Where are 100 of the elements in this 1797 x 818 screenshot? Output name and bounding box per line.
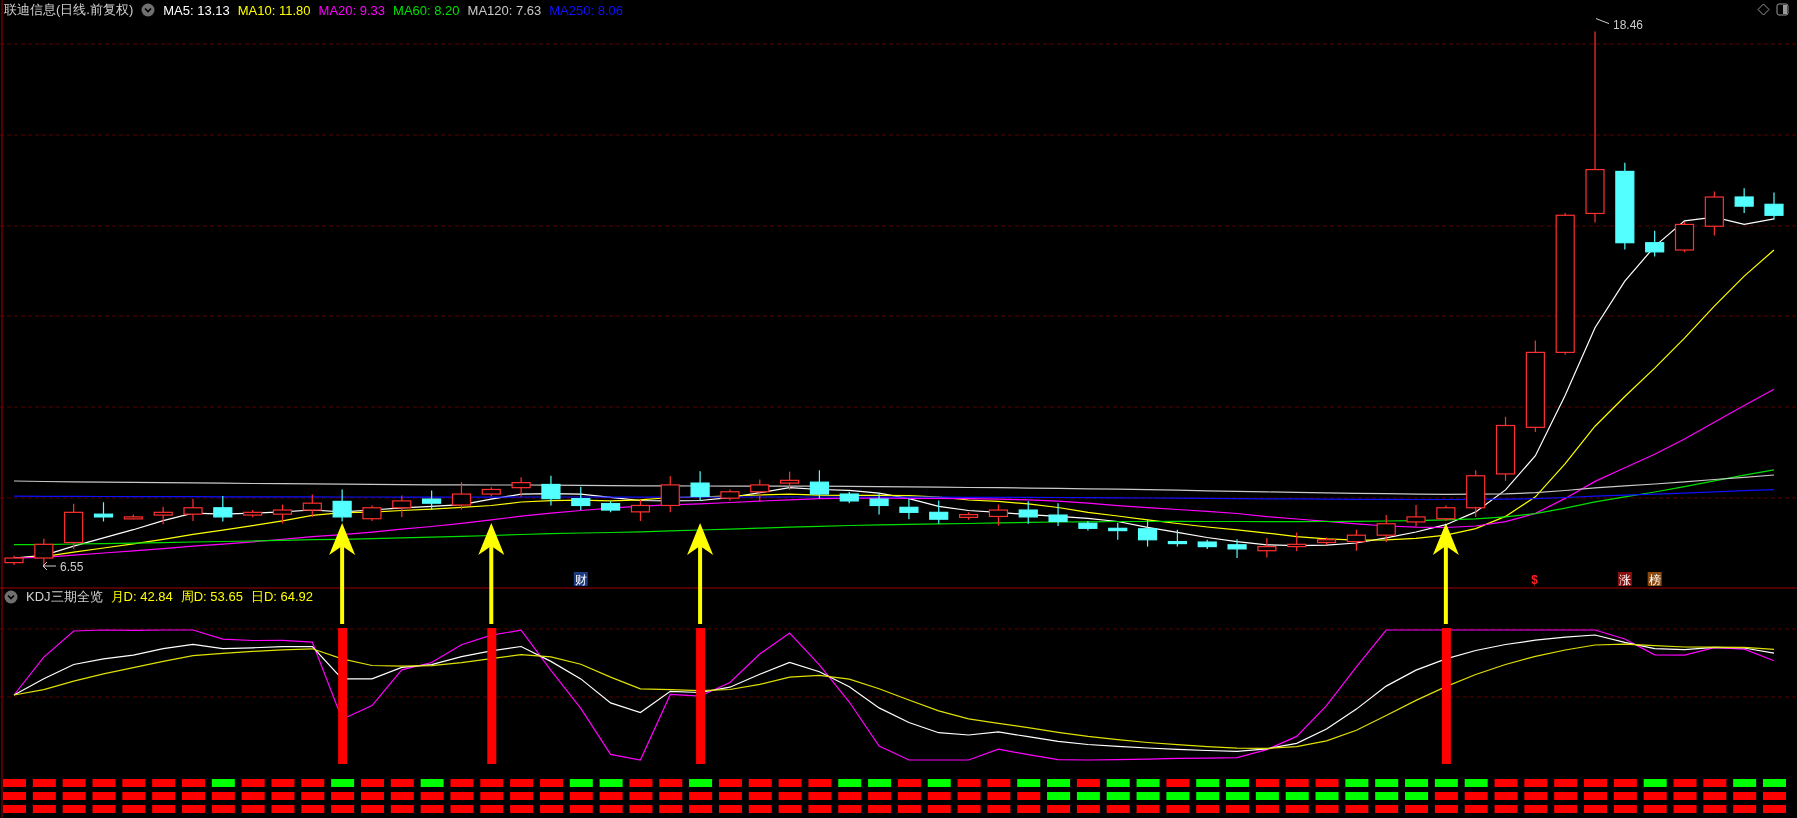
signal-bar [1494,792,1518,800]
ma-legend-value: MA10: 11.80 [237,2,311,18]
signal-bar [718,805,742,813]
event-tag[interactable]: 榜 [1647,572,1662,587]
signal-bar [211,779,235,787]
signal-bar [1375,779,1399,787]
candlestick [481,486,501,497]
signal-bar [1643,779,1667,787]
signal-bar [211,805,235,813]
signal-bar [32,792,56,800]
signal-bar [450,792,474,800]
signal-bar [1345,792,1369,800]
signal-bar [1643,805,1667,813]
signal-bar [718,779,742,787]
signal-bar [1106,779,1130,787]
signal-bar [838,805,862,813]
candlestick [1764,191,1784,221]
signal-bar [808,779,832,787]
signal-bar [271,792,295,800]
signal-bar [987,792,1011,800]
candlestick [123,514,143,520]
candlestick [1406,504,1426,528]
signal-bar [659,779,683,787]
signal-bar [32,779,56,787]
candlestick [660,475,680,513]
signal-bar [1613,792,1637,800]
signal-bar [1226,779,1250,787]
signal-bar [1703,779,1727,787]
signal-bar [1763,792,1786,800]
signal-bar [1255,779,1279,787]
signal-bar [1673,779,1697,787]
signal-bar [1017,805,1041,813]
collapse-icon[interactable] [4,590,18,604]
signal-bar [480,792,504,800]
signal-bar [987,805,1011,813]
signal-bar [689,779,713,787]
candlestick [809,469,829,500]
signal-bar [1315,805,1339,813]
signal-bar [897,792,921,800]
signal-bar [1613,779,1637,787]
signal-bar [1464,792,1488,800]
signal-bar [778,805,802,813]
signal-bar [868,779,892,787]
signal-bar [271,805,295,813]
signal-bar [868,805,892,813]
signal-bar [1464,779,1488,787]
signal-bar [122,792,146,800]
signal-bar [1196,779,1220,787]
candlestick [1316,536,1337,546]
candlestick [451,481,472,511]
signal-bar [569,779,593,787]
candlestick [1227,538,1247,559]
event-tag[interactable]: 财 [573,572,588,587]
signal-bar [868,792,892,800]
signal-bar [1255,805,1279,813]
signal-bar [1733,792,1757,800]
signal-bar [1047,805,1071,813]
diamond-icon[interactable] [1757,3,1770,16]
signal-bar [241,779,265,787]
signal-bar [1166,779,1190,787]
signal-bar [360,779,384,787]
signal-bar [62,805,86,813]
signal-bar [1405,779,1429,787]
signal-bar [360,792,384,800]
signal-bar [3,792,26,800]
signal-bar [1524,792,1548,800]
candlestick [332,488,352,523]
signal-bar [1464,805,1488,813]
signal-bar [629,792,653,800]
panel-toggle-icon[interactable] [1776,3,1789,16]
signal-bar [1017,792,1041,800]
candlestick [422,489,442,511]
signal-bar [1554,792,1578,800]
signal-bar [480,805,504,813]
candlestick [213,495,233,523]
signal-bar [1136,805,1160,813]
signal-bar [689,792,713,800]
signal-bar [1613,805,1637,813]
collapse-icon[interactable] [141,3,156,17]
signal-bar [450,805,474,813]
signal-bar [301,779,325,787]
event-tag[interactable]: $ [1531,573,1539,587]
signal-bar [539,805,563,813]
event-tag[interactable]: 涨 [1617,572,1632,587]
candlestick [1346,529,1366,552]
signal-bar [1106,792,1130,800]
signal-bar [1584,805,1607,813]
candlestick [272,503,293,524]
signal-bar [1375,805,1399,813]
candlestick [1257,537,1277,559]
signal-bar [450,779,474,787]
candlestick [183,498,203,522]
signal-bar [390,792,414,800]
signal-bar [1196,805,1220,813]
signal-bar [211,792,235,800]
signal-bar [480,779,504,787]
signal-bar [301,792,325,800]
signal-bar [1226,805,1250,813]
candlestick [392,494,412,518]
signal-bar [927,779,951,787]
